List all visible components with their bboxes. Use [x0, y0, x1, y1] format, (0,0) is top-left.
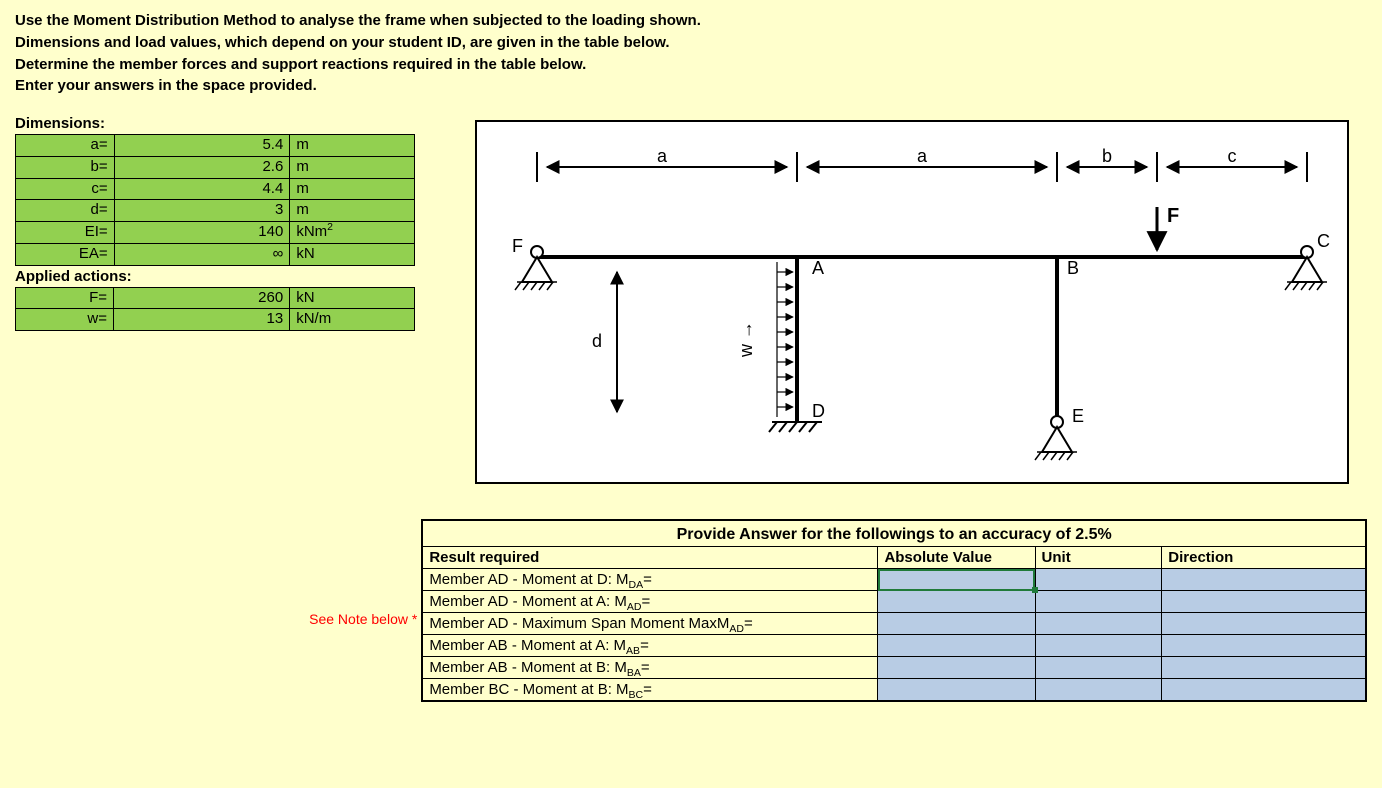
unit-input[interactable] — [1035, 679, 1162, 702]
answer-table: Provide Answer for the followings to an … — [421, 519, 1367, 702]
dim-d-label: d — [592, 331, 602, 351]
pin-support-e-icon — [1035, 416, 1077, 460]
direction-input[interactable] — [1162, 569, 1366, 591]
table-row: a=5.4m — [16, 135, 415, 157]
node-c-label: C — [1317, 231, 1330, 251]
unit-input[interactable] — [1035, 569, 1162, 591]
table-row: EI=140kNm2 — [16, 222, 415, 244]
table-row: w=13kN/m — [16, 309, 415, 331]
force-f-icon: F — [1157, 205, 1179, 250]
dim-b-label: b — [1102, 146, 1112, 166]
unit-input[interactable] — [1035, 591, 1162, 613]
table-row: Member AD - Moment at D: MDA= — [422, 569, 1366, 591]
actions-table: F=260kN w=13kN/m — [15, 287, 415, 332]
result-label: Member BC - Moment at B: MBC= — [422, 679, 878, 702]
table-row: c=4.4m — [16, 178, 415, 200]
result-label: Member AB - Moment at A: MAB= — [422, 635, 878, 657]
node-e-label: E — [1072, 406, 1084, 426]
udl-w-icon — [777, 262, 793, 417]
intro-line-2: Dimensions and load values, which depend… — [15, 34, 670, 51]
direction-input[interactable] — [1162, 613, 1366, 635]
unit-input[interactable] — [1035, 657, 1162, 679]
node-f-label: F — [512, 236, 523, 256]
frame-diagram: a a b c d F — [475, 120, 1349, 484]
dimensions-heading: Dimensions: — [15, 115, 415, 132]
problem-statement: Use the Moment Distribution Method to an… — [15, 10, 1367, 97]
col-unit: Unit — [1035, 547, 1162, 569]
actions-heading: Applied actions: — [15, 268, 415, 285]
col-direction: Direction — [1162, 547, 1366, 569]
answer-title: Provide Answer for the followings to an … — [422, 520, 1366, 547]
dimensions-table: a=5.4m b=2.6m c=4.4m d=3m EI=140kNm2 EA=… — [15, 134, 415, 266]
direction-input[interactable] — [1162, 591, 1366, 613]
pin-support-c-icon — [1285, 246, 1327, 290]
direction-input[interactable] — [1162, 679, 1366, 702]
see-note-label: See Note below * — [15, 519, 421, 627]
node-a-label: A — [812, 258, 824, 278]
table-row: Member AD - Maximum Span Moment MaxMAD= — [422, 613, 1366, 635]
table-row: d=3m — [16, 200, 415, 222]
result-label: Member AD - Moment at D: MDA= — [422, 569, 878, 591]
table-row: Member AB - Moment at A: MAB= — [422, 635, 1366, 657]
intro-line-1: Use the Moment Distribution Method to an… — [15, 12, 701, 29]
table-row: F=260kN — [16, 287, 415, 309]
absolute-value-input[interactable] — [878, 591, 1035, 613]
table-row: b=2.6m — [16, 156, 415, 178]
fixed-support-d-icon — [769, 422, 822, 432]
dim-a-label: a — [917, 146, 928, 166]
col-absolute-value: Absolute Value — [878, 547, 1035, 569]
absolute-value-input[interactable] — [878, 613, 1035, 635]
absolute-value-input[interactable] — [878, 569, 1035, 591]
direction-input[interactable] — [1162, 635, 1366, 657]
result-label: Member AD - Maximum Span Moment MaxMAD= — [422, 613, 878, 635]
result-label: Member AD - Moment at A: MAD= — [422, 591, 878, 613]
unit-input[interactable] — [1035, 635, 1162, 657]
table-row: Member AD - Moment at A: MAD= — [422, 591, 1366, 613]
dim-c-label: c — [1228, 146, 1237, 166]
table-row: Member AB - Moment at B: MBA= — [422, 657, 1366, 679]
result-label: Member AB - Moment at B: MBA= — [422, 657, 878, 679]
intro-line-4: Enter your answers in the space provided… — [15, 77, 317, 94]
table-row: Member BC - Moment at B: MBC= — [422, 679, 1366, 702]
svg-text:F: F — [1167, 205, 1179, 227]
node-d-label: D — [812, 401, 825, 421]
col-result-required: Result required — [422, 547, 878, 569]
absolute-value-input[interactable] — [878, 657, 1035, 679]
absolute-value-input[interactable] — [878, 679, 1035, 702]
direction-input[interactable] — [1162, 657, 1366, 679]
udl-w-label: w → — [736, 321, 756, 358]
absolute-value-input[interactable] — [878, 635, 1035, 657]
intro-line-3: Determine the member forces and support … — [15, 56, 586, 73]
table-row: EA=∞kN — [16, 243, 415, 265]
dim-a-label: a — [657, 146, 668, 166]
node-b-label: B — [1067, 258, 1079, 278]
unit-input[interactable] — [1035, 613, 1162, 635]
